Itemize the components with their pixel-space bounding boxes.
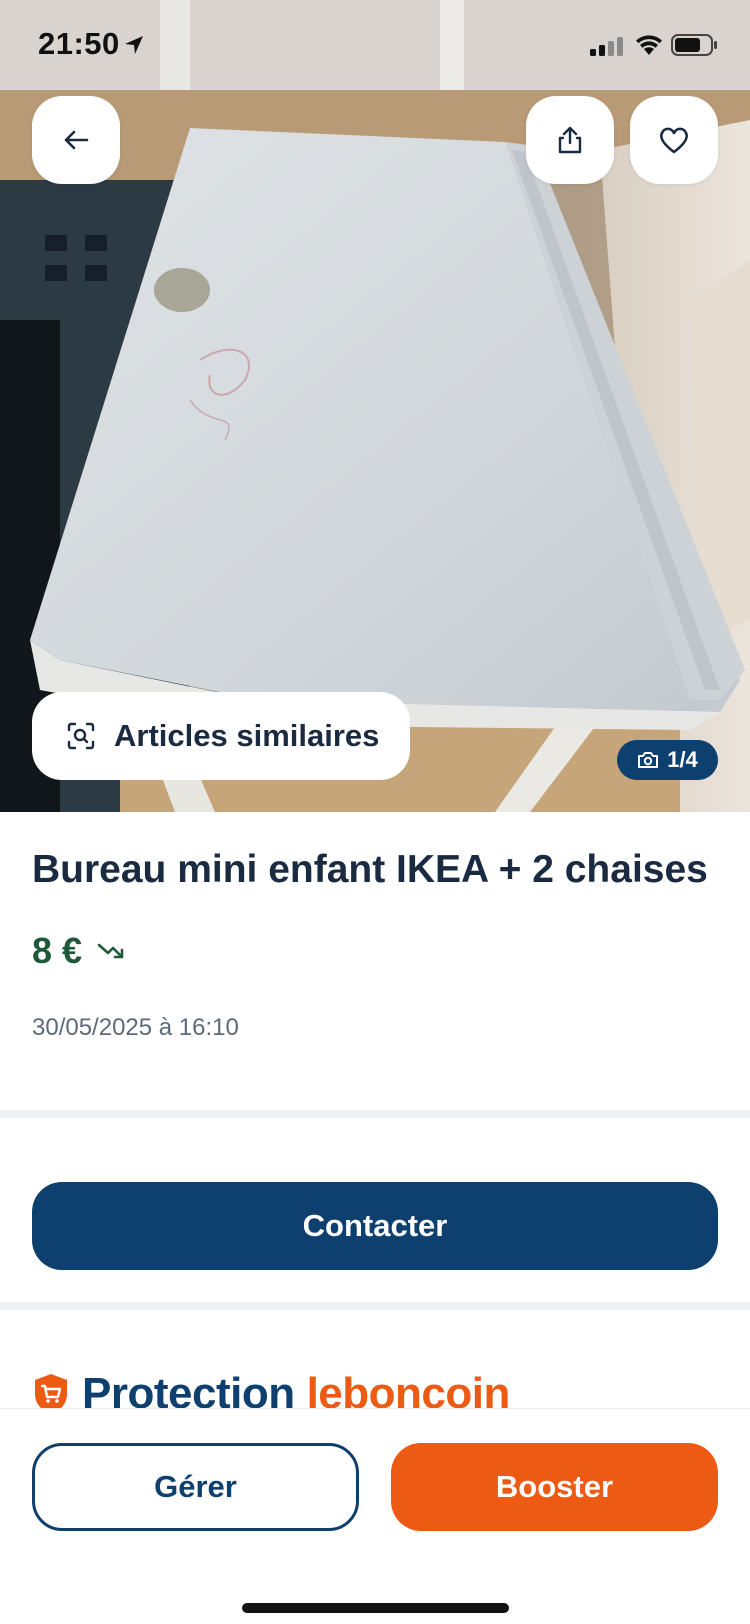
- arrow-left-icon: [64, 130, 89, 150]
- location-arrow-icon: [125, 36, 143, 54]
- cellular-signal-icon: [590, 37, 623, 56]
- protection-label: Protection: [82, 1369, 295, 1408]
- battery-icon: [671, 34, 717, 56]
- section-divider: [0, 1302, 750, 1310]
- share-icon: [558, 126, 582, 154]
- photo-counter-badge: 1/4: [617, 740, 718, 780]
- visual-search-icon: [67, 722, 95, 750]
- contact-button[interactable]: Contacter: [32, 1182, 718, 1270]
- protection-leboncoin-banner: Protection leboncoin: [32, 1366, 732, 1408]
- wifi-icon: [636, 35, 662, 55]
- photo-counter-text: 1/4: [667, 747, 698, 772]
- home-indicator[interactable]: [242, 1603, 509, 1613]
- similar-articles-label: Articles similaires: [114, 718, 380, 753]
- status-time: 21:50: [38, 26, 120, 61]
- listing-photo-area[interactable]: 21:50 Articles similaires 1/4: [0, 0, 750, 812]
- listing-price: 8 €: [32, 930, 83, 971]
- manage-button[interactable]: Gérer: [32, 1443, 359, 1531]
- listing-title: Bureau mini enfant IKEA + 2 chaises: [32, 848, 708, 891]
- boost-button[interactable]: Booster: [391, 1443, 718, 1531]
- favorite-button[interactable]: [630, 96, 718, 184]
- heart-icon: [660, 127, 688, 154]
- back-button[interactable]: [32, 96, 120, 184]
- camera-icon: [638, 752, 659, 768]
- listing-date: 30/05/2025 à 16:10: [32, 1014, 239, 1041]
- bottom-action-bar: Gérer Booster: [0, 1408, 750, 1624]
- status-bar: 21:50: [0, 0, 750, 88]
- section-divider: [0, 1110, 750, 1118]
- leboncoin-brand-label: leboncoin: [306, 1369, 511, 1408]
- price-row: 8 €: [32, 930, 126, 972]
- share-button[interactable]: [526, 96, 614, 184]
- similar-articles-button[interactable]: Articles similaires: [32, 692, 410, 780]
- price-drop-icon: [97, 943, 124, 959]
- shield-cart-icon: [35, 1374, 67, 1408]
